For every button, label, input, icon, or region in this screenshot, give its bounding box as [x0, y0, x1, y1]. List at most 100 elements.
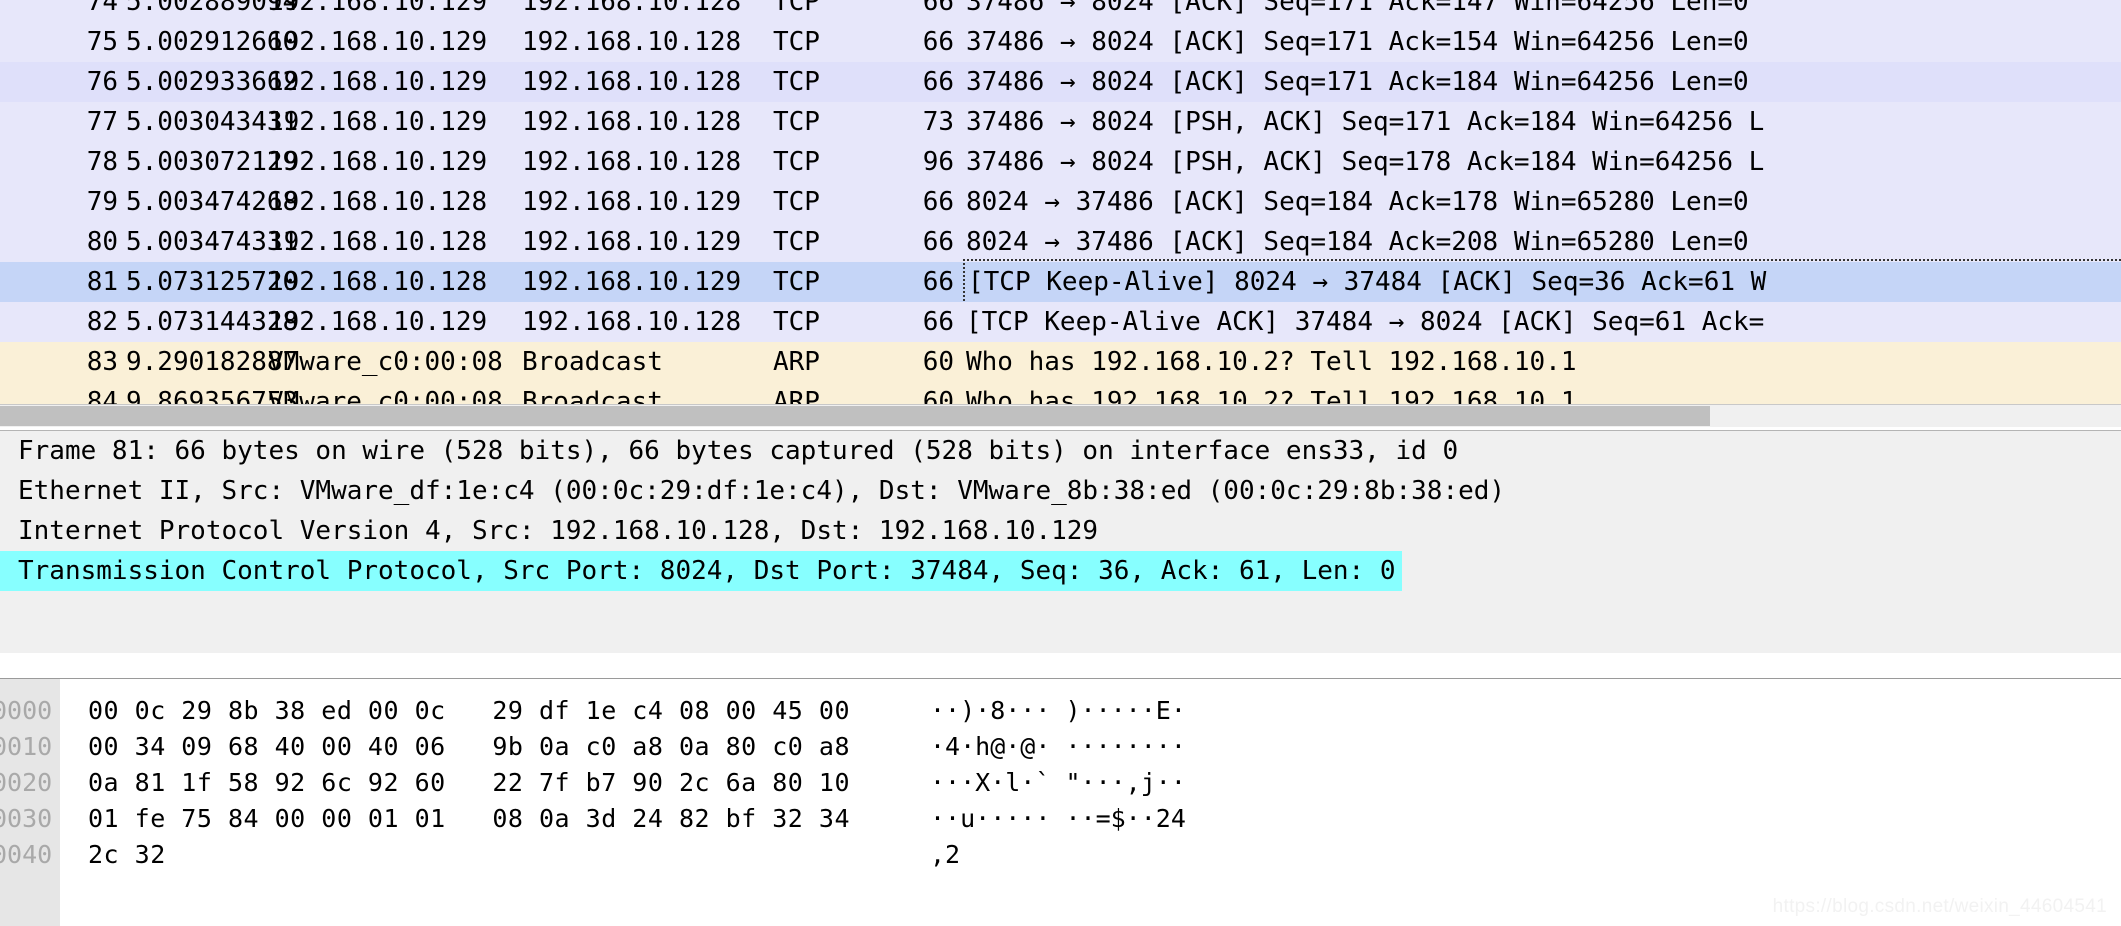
packet-no: 84	[86, 387, 118, 404]
packet-list-horizontal-scrollbar[interactable]	[0, 404, 2121, 427]
packet-length: 60	[922, 387, 954, 404]
hex-ascii: ·4·h@·@· ········	[930, 732, 1186, 761]
packet-no: 80	[86, 227, 118, 257]
hex-offset: 0040	[0, 840, 53, 869]
packet-protocol: TCP	[773, 227, 820, 257]
hex-ascii: ··)·8··· )·····E·	[930, 696, 1186, 725]
packet-protocol: TCP	[773, 267, 820, 297]
hex-bytes: 0a 81 1f 58 92 6c 92 60 22 7f b7 90 2c 6…	[88, 768, 851, 797]
packet-source: 192.168.10.129	[268, 307, 488, 337]
hex-bytes: 2c 32	[88, 840, 166, 869]
watermark-text: https://blog.csdn.net/weixin_44604541	[1772, 896, 2107, 917]
hex-dump-row[interactable]: 0030 01 fe 75 84 00 00 01 01 08 0a 3d 24 …	[0, 801, 2121, 837]
packet-row[interactable]: 78 5.003072129 192.168.10.129 192.168.10.12…	[0, 142, 2121, 182]
packet-no: 83	[86, 347, 118, 377]
hex-dump-row[interactable]: 0000 00 0c 29 8b 38 ed 00 0c 29 df 1e c4 …	[0, 693, 2121, 729]
packet-row[interactable]: 84 9.869356753 VMware_c0:00:08 Broadcast ARP…	[0, 382, 2121, 404]
packet-length: 66	[922, 267, 954, 297]
packet-destination: 192.168.10.129	[522, 267, 742, 297]
packet-destination: 192.168.10.128	[522, 27, 742, 57]
packet-info: 37486 → 8024 [ACK] Seq=171 Ack=154 Win=6…	[966, 27, 1749, 57]
packet-destination: 192.168.10.128	[522, 107, 742, 137]
packet-source: 192.168.10.129	[268, 67, 488, 97]
packet-no: 77	[86, 107, 118, 137]
packet-destination: 192.168.10.128	[522, 0, 742, 17]
hex-dump-row[interactable]: 0040 2c 32 ,2	[0, 837, 2121, 873]
hex-bytes: 00 0c 29 8b 38 ed 00 0c 29 df 1e c4 08 0…	[88, 696, 851, 725]
detail-row[interactable]: Transmission Control Protocol, Src Port:…	[0, 551, 2121, 591]
packet-length: 96	[922, 147, 954, 177]
packet-row[interactable]: 74 5.002889094 192.168.10.129 192.168.10.12…	[0, 0, 2121, 22]
packet-length: 66	[922, 67, 954, 97]
hex-offset: 0000	[0, 696, 53, 725]
packet-info: [TCP Keep-Alive ACK] 37484 → 8024 [ACK] …	[966, 307, 1765, 337]
hex-ascii: ···X·l·` "···,j··	[930, 768, 1186, 797]
detail-line-selected[interactable]: Transmission Control Protocol, Src Port:…	[0, 551, 1402, 591]
packet-protocol: TCP	[773, 0, 820, 17]
packet-destination: Broadcast	[522, 347, 663, 377]
packet-info: 37486 → 8024 [PSH, ACK] Seq=178 Ack=184 …	[966, 147, 1765, 177]
packet-source: 192.168.10.128	[268, 187, 488, 217]
packet-bytes-pane[interactable]: 0000 00 0c 29 8b 38 ed 00 0c 29 df 1e c4 …	[0, 678, 2121, 926]
hex-dump-row[interactable]: 0010 00 34 09 68 40 00 40 06 9b 0a c0 a8 …	[0, 729, 2121, 765]
hex-ascii: ,2	[930, 840, 961, 869]
hex-offset: 0010	[0, 732, 53, 761]
packet-no: 79	[86, 187, 118, 217]
hex-bytes: 01 fe 75 84 00 00 01 01 08 0a 3d 24 82 b…	[88, 804, 851, 833]
hex-offset: 0030	[0, 804, 53, 833]
hex-dump-row[interactable]: 0020 0a 81 1f 58 92 6c 92 60 22 7f b7 90 …	[0, 765, 2121, 801]
detail-line[interactable]: Internet Protocol Version 4, Src: 192.16…	[0, 511, 2121, 551]
scrollbar-thumb[interactable]	[0, 406, 1710, 426]
packet-source: 192.168.10.129	[268, 107, 488, 137]
packet-info: 37486 → 8024 [PSH, ACK] Seq=171 Ack=184 …	[966, 107, 1765, 137]
packet-info: 8024 → 37486 [ACK] Seq=184 Ack=208 Win=6…	[966, 227, 1749, 257]
detail-row[interactable]: Ethernet II, Src: VMware_df:1e:c4 (00:0c…	[0, 471, 2121, 511]
packet-protocol: TCP	[773, 187, 820, 217]
packet-no: 78	[86, 147, 118, 177]
packet-info: Who has 192.168.10.2? Tell 192.168.10.1	[966, 387, 1577, 404]
hex-offset: 0020	[0, 768, 53, 797]
packet-source: 192.168.10.129	[268, 147, 488, 177]
packet-length: 73	[922, 107, 954, 137]
packet-row[interactable]: 77 5.003043431 192.168.10.129 192.168.10.12…	[0, 102, 2121, 142]
packet-row[interactable]: 82 5.073144328 192.168.10.129 192.168.10.12…	[0, 302, 2121, 342]
packet-no: 75	[86, 27, 118, 57]
packet-info: 8024 → 37486 [ACK] Seq=184 Ack=178 Win=6…	[966, 187, 1749, 217]
packet-source: VMware_c0:00:08	[268, 347, 503, 377]
packet-list-rows: 74 5.002889094 192.168.10.129 192.168.10.12…	[0, 0, 2121, 404]
detail-line[interactable]: Ethernet II, Src: VMware_df:1e:c4 (00:0c…	[0, 471, 2121, 511]
packet-details-pane[interactable]: Frame 81: 66 bytes on wire (528 bits), 6…	[0, 430, 2121, 653]
packet-protocol: TCP	[773, 27, 820, 57]
detail-row[interactable]: Frame 81: 66 bytes on wire (528 bits), 6…	[0, 431, 2121, 471]
packet-length: 66	[922, 227, 954, 257]
packet-destination: 192.168.10.129	[522, 227, 742, 257]
hex-bytes: 00 34 09 68 40 00 40 06 9b 0a c0 a8 0a 8…	[88, 732, 851, 761]
packet-row[interactable]: 76 5.002933662 192.168.10.129 192.168.10.12…	[0, 62, 2121, 102]
packet-no: 76	[86, 67, 118, 97]
packet-row[interactable]: 83 9.290182887 VMware_c0:00:08 Broadcast ARP…	[0, 342, 2121, 382]
packet-protocol: TCP	[773, 307, 820, 337]
packet-length: 66	[922, 27, 954, 57]
packet-destination: 192.168.10.128	[522, 67, 742, 97]
packet-length: 60	[922, 347, 954, 377]
packet-length: 66	[922, 307, 954, 337]
packet-row[interactable]: 75 5.002912660 192.168.10.129 192.168.10.12…	[0, 22, 2121, 62]
packet-destination: 192.168.10.128	[522, 147, 742, 177]
packet-source: 192.168.10.128	[268, 227, 488, 257]
packet-destination: 192.168.10.128	[522, 307, 742, 337]
packet-destination: 192.168.10.129	[522, 187, 742, 217]
packet-protocol: TCP	[773, 107, 820, 137]
packet-row[interactable]: 81 5.073125720 192.168.10.128 192.168.10.12…	[0, 259, 2121, 305]
detail-line[interactable]: Frame 81: 66 bytes on wire (528 bits), 6…	[0, 431, 2121, 471]
packet-length: 66	[922, 187, 954, 217]
packet-no: 81	[86, 267, 118, 297]
packet-source: 192.168.10.129	[268, 27, 488, 57]
packet-list-pane[interactable]: 74 5.002889094 192.168.10.129 192.168.10.12…	[0, 0, 2121, 404]
hex-ascii: ··u····· ··=$··24	[930, 804, 1186, 833]
packet-details-tree: Frame 81: 66 bytes on wire (528 bits), 6…	[0, 431, 2121, 591]
detail-row[interactable]: Internet Protocol Version 4, Src: 192.16…	[0, 511, 2121, 551]
packet-protocol: ARP	[773, 387, 820, 404]
packet-info: [TCP Keep-Alive] 8024 → 37484 [ACK] Seq=…	[962, 259, 2121, 305]
packet-row[interactable]: 79 5.003474268 192.168.10.128 192.168.10.12…	[0, 182, 2121, 222]
packet-row[interactable]: 80 5.003474331 192.168.10.128 192.168.10.12…	[0, 222, 2121, 262]
